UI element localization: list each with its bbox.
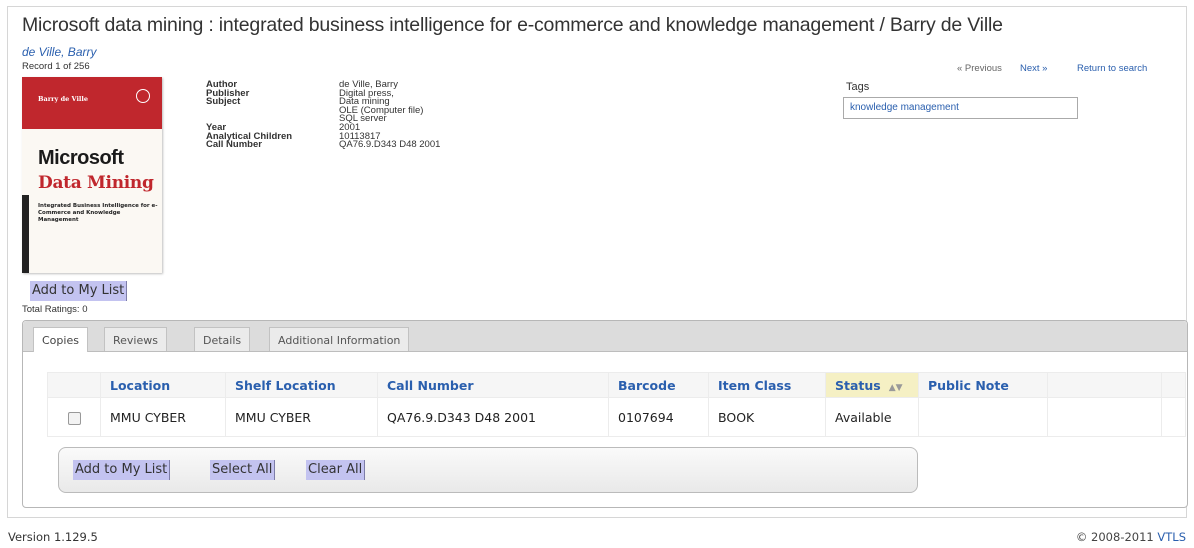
copyright-label: © 2008-2011 (1075, 530, 1158, 544)
book-cover-image: Barry de Ville Microsoft Data Mining Int… (22, 77, 162, 273)
total-ratings: Total Ratings: 0 (22, 304, 88, 315)
cell-barcode: 0107694 (608, 397, 709, 437)
detail-label: Subject (206, 96, 241, 108)
detail-labels: Author Publisher Subject Year Analytical… (206, 80, 292, 151)
copyright-text: © 2008-2011 VTLS (1076, 530, 1186, 544)
column-header-location[interactable]: Location (100, 372, 226, 398)
record-title: Microsoft data mining : integrated busin… (22, 14, 1003, 36)
publisher-logo-icon (136, 89, 150, 103)
tab-copies[interactable]: Copies (33, 327, 88, 352)
detail-label (206, 107, 292, 116)
cell-location: MMU CYBER (100, 397, 226, 437)
status-header-label: Status (835, 377, 881, 393)
previous-link[interactable]: « Previous (957, 63, 1002, 74)
cover-spine (22, 195, 29, 273)
record-count: Record 1 of 256 (22, 61, 90, 72)
cell-public-note (918, 397, 1048, 437)
column-header-call-number[interactable]: Call Number (377, 372, 609, 398)
cover-title-line2: Data Mining (38, 173, 154, 193)
empty-column-header (1161, 372, 1186, 398)
column-header-barcode[interactable]: Barcode (608, 372, 709, 398)
return-to-search-link[interactable]: Return to search (1077, 63, 1147, 74)
version-text: Version 1.129.5 (8, 530, 98, 544)
tags-label: Tags (846, 81, 870, 93)
column-header-public-note[interactable]: Public Note (918, 372, 1048, 398)
column-header-status[interactable]: Status ▲▼ (825, 372, 919, 398)
vtls-link[interactable]: VTLS (1157, 530, 1186, 544)
detail-label: Call Number (206, 139, 262, 151)
select-column-header (47, 372, 101, 398)
column-header-item-class[interactable]: Item Class (708, 372, 826, 398)
empty-cell (1161, 397, 1186, 437)
sort-icon: ▲▼ (888, 382, 903, 393)
cell-status: Available (825, 397, 919, 437)
column-header-shelf-location[interactable]: Shelf Location (225, 372, 378, 398)
clear-all-button[interactable]: Clear All (306, 460, 366, 480)
empty-cell (1047, 397, 1162, 437)
cover-title-line1: Microsoft (38, 147, 124, 169)
tab-details[interactable]: Details (194, 327, 251, 351)
tab-bar: Copies Reviews Details Additional Inform… (23, 321, 1187, 352)
author-link[interactable]: de Ville, Barry (22, 45, 96, 59)
cell-call-number: QA76.9.D343 D48 2001 (377, 397, 609, 437)
table-header-row: Location Shelf Location Call Number Barc… (47, 372, 1186, 398)
tab-reviews[interactable]: Reviews (104, 327, 167, 351)
row-select-cell (47, 397, 101, 437)
cover-subtitle: Integrated Business Intelligence for e-C… (38, 203, 158, 223)
tab-additional-information[interactable]: Additional Information (269, 327, 410, 351)
cell-item-class: BOOK (708, 397, 826, 437)
empty-column-header (1047, 372, 1162, 398)
detail-value: QA76.9.D343 D48 2001 (339, 139, 441, 151)
cell-shelf-location: MMU CYBER (225, 397, 378, 437)
add-to-my-list-button[interactable]: Add to My List (30, 281, 128, 301)
tags-field[interactable]: knowledge management (843, 97, 1078, 119)
cover-top-band (22, 77, 162, 129)
row-checkbox[interactable] (67, 411, 81, 425)
table-row: MMU CYBER MMU CYBER QA76.9.D343 D48 2001… (47, 397, 1186, 437)
action-bar: Add to My List Select All Clear All (58, 447, 918, 493)
copies-table: Location Shelf Location Call Number Barc… (47, 372, 1186, 437)
detail-values: de Ville, Barry Digital press, Data mini… (339, 80, 441, 151)
select-all-button[interactable]: Select All (210, 460, 276, 480)
tab-panel: Copies Reviews Details Additional Inform… (22, 320, 1188, 508)
cover-author: Barry de Ville (38, 95, 89, 103)
add-to-my-list-button[interactable]: Add to My List (73, 460, 171, 480)
next-link[interactable]: Next » (1020, 63, 1047, 74)
